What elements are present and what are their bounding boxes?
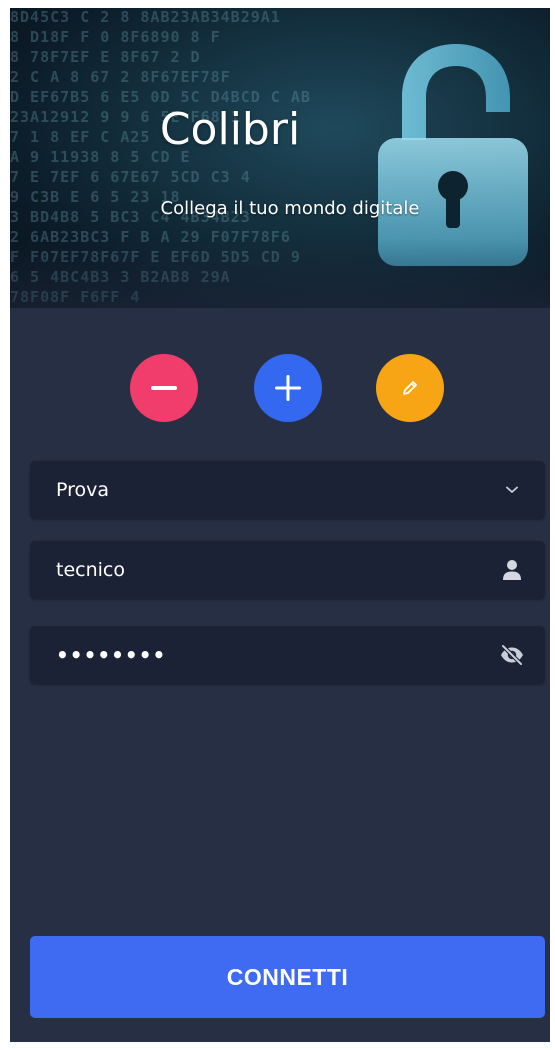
plus-icon: [275, 375, 301, 401]
add-profile-button[interactable]: [254, 354, 322, 422]
eye-off-icon[interactable]: [497, 626, 527, 684]
connect-button[interactable]: CONNETTI: [30, 936, 545, 1018]
minus-icon: [151, 386, 177, 390]
hex-code-row: 7 E 7EF 6 67E67 5CD C3 4: [10, 168, 251, 186]
username-value: tecnico: [56, 559, 125, 581]
app-subtitle: Collega il tuo mondo digitale: [160, 198, 420, 219]
hex-code-row: 8 78F7EF E 8F67 2 D: [10, 48, 201, 66]
password-value: ••••••••: [56, 643, 167, 667]
profile-select[interactable]: Prova: [30, 461, 545, 519]
hex-code-row: 8D45C3 C 2 8 8AB23AB34B29A1: [10, 8, 281, 26]
header-banner: 8D45C3 C 2 8 8AB23AB34B29A1 8 D18F F 0 8…: [10, 8, 550, 308]
hex-code-row: 8 D18F F 0 8F6890 8 F: [10, 28, 221, 46]
chevron-down-icon: [497, 461, 527, 519]
unlocked-padlock-icon: [378, 44, 528, 266]
remove-profile-button[interactable]: [130, 354, 198, 422]
username-input[interactable]: tecnico: [30, 541, 545, 599]
password-input[interactable]: ••••••••: [30, 626, 545, 684]
edit-profile-button[interactable]: [376, 354, 444, 422]
login-screen: 8D45C3 C 2 8 8AB23AB34B29A1 8 D18F F 0 8…: [10, 8, 550, 1042]
profile-select-value: Prova: [56, 479, 110, 501]
hex-code-row: 2 C A 8 67 2 8F67EF78F: [10, 68, 231, 86]
user-icon: [497, 541, 527, 599]
pencil-icon: [403, 381, 417, 395]
app-title: Colibri: [159, 104, 301, 155]
header-fade: [10, 238, 550, 308]
